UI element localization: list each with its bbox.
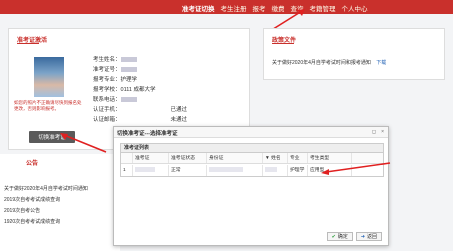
switch-ticket-dialog: 切换准考证---选择准考证 ◻ × 准考证列表 准考证 准考证状态 身份证 ▼ … (113, 126, 389, 246)
close-icon[interactable]: × (381, 129, 384, 135)
info-row-name: 考生姓名： (93, 55, 243, 65)
column-header-id: 身份证 (207, 153, 263, 163)
info-row-ticket: 准考证号： (93, 65, 243, 75)
bulletin-item[interactable]: 1920次自考考试成绩查询 (4, 217, 114, 228)
download-link[interactable]: 下载 (376, 60, 386, 66)
redacted-value (120, 67, 137, 73)
column-header-status: 准考证状态 (169, 153, 207, 163)
cell-name (263, 165, 288, 176)
ticket-list-title: 准考证列表 (121, 144, 383, 153)
redacted-value (209, 167, 243, 173)
main-nav: 准考证切换 考生注册 报考 缴费 查询 考籍管理 个人中心 (182, 3, 368, 13)
top-navigation-bar: 准考证切换 考生注册 报考 缴费 查询 考籍管理 个人中心 (0, 0, 453, 14)
info-row-phone: 联系电话： (93, 95, 243, 105)
nav-payment[interactable]: 缴费 (272, 3, 285, 13)
info-row-verified-email: 认证邮箱： 未通过 (93, 117, 188, 123)
table-row[interactable]: 1 正常 护理学 应用型 (121, 165, 383, 176)
column-header-index (121, 153, 133, 163)
dialog-title: 切换准考证---选择准考证 (117, 131, 178, 137)
dialog-footer: ✔ 确定 ➜ 返回 (326, 232, 382, 241)
policy-notice: 关于做好2020年4月自学考试时间和报考通知 下载 (272, 60, 387, 66)
candidate-info: 考生姓名： 准考证号： 报考专业：护理学 报考学校：0111 成都大学 联系电话… (93, 55, 243, 125)
nav-query[interactable]: 查询 (291, 3, 304, 13)
redacted-value (120, 57, 137, 63)
dialog-header: 切换准考证---选择准考证 ◻ × (114, 127, 388, 138)
column-header-major: 专业 (288, 153, 308, 163)
nav-records[interactable]: 考籍管理 (310, 3, 336, 13)
cell-type: 应用型 (308, 165, 352, 176)
candidate-photo (34, 57, 64, 97)
bulletin-title: 公告 (26, 161, 39, 167)
bulletin-item[interactable]: 2019次自考公告 (4, 206, 114, 217)
column-header-ticket: 准考证 (133, 153, 169, 163)
ticket-list: 准考证列表 准考证 准考证状态 身份证 ▼ 姓名 专业 考生类型 1 正常 护理… (120, 143, 384, 177)
cell-extra (352, 165, 383, 176)
redacted-value (120, 97, 137, 103)
check-icon: ✔ (331, 233, 336, 240)
info-row-school: 报考学校：0111 成都大学 (93, 87, 156, 93)
photo-warning-text: 如您的照片不正确请尽快到报名处更改，否则影响报考。 (14, 100, 82, 111)
column-header-name: ▼ 姓名 (263, 153, 288, 163)
return-icon: ➜ (360, 233, 365, 240)
bulletin-list: 关于做好2020年4月自学考试时间通知 2019次自考考试成绩查询 2019次自… (4, 184, 114, 228)
cell-index: 1 (121, 165, 133, 176)
cell-major: 护理学 (288, 165, 308, 176)
back-button[interactable]: ➜ 返回 (355, 232, 382, 241)
switch-ticket-button[interactable]: 切换准考证 (29, 131, 75, 143)
column-header-type: 考生类型 (308, 153, 352, 163)
table-header: 准考证 准考证状态 身份证 ▼ 姓名 专业 考生类型 (121, 153, 383, 164)
maximize-icon[interactable]: ◻ (372, 129, 376, 135)
redacted-value (265, 167, 277, 173)
nav-apply[interactable]: 报考 (253, 3, 266, 13)
title-underline (17, 43, 39, 44)
policy-documents-panel: 政策文件 关于做好2020年4月自学考试时间和报考通知 下载 (263, 28, 445, 80)
nav-register[interactable]: 考生注册 (221, 3, 247, 13)
info-row-verified-phone: 认证手机： 已通过 (93, 107, 188, 113)
bulletin-panel: 公告 关于做好2020年4月自学考试时间通知 2019次自考考试成绩查询 201… (0, 154, 120, 251)
cell-status: 正常 (169, 165, 207, 176)
nav-ticket-switch[interactable]: 准考证切换 (182, 3, 215, 13)
info-row-major: 报考专业：护理学 (93, 77, 138, 83)
cell-id (207, 165, 263, 176)
nav-personal-center[interactable]: 个人中心 (342, 3, 368, 13)
bulletin-item[interactable]: 2019次自考考试成绩查询 (4, 195, 114, 206)
redacted-value (135, 167, 155, 173)
bulletin-item[interactable]: 关于做好2020年4月自学考试时间通知 (4, 184, 114, 195)
title-underline (272, 43, 294, 44)
confirm-button[interactable]: ✔ 确定 (326, 232, 353, 241)
column-header-extra (352, 153, 383, 163)
cell-ticket (133, 165, 169, 176)
